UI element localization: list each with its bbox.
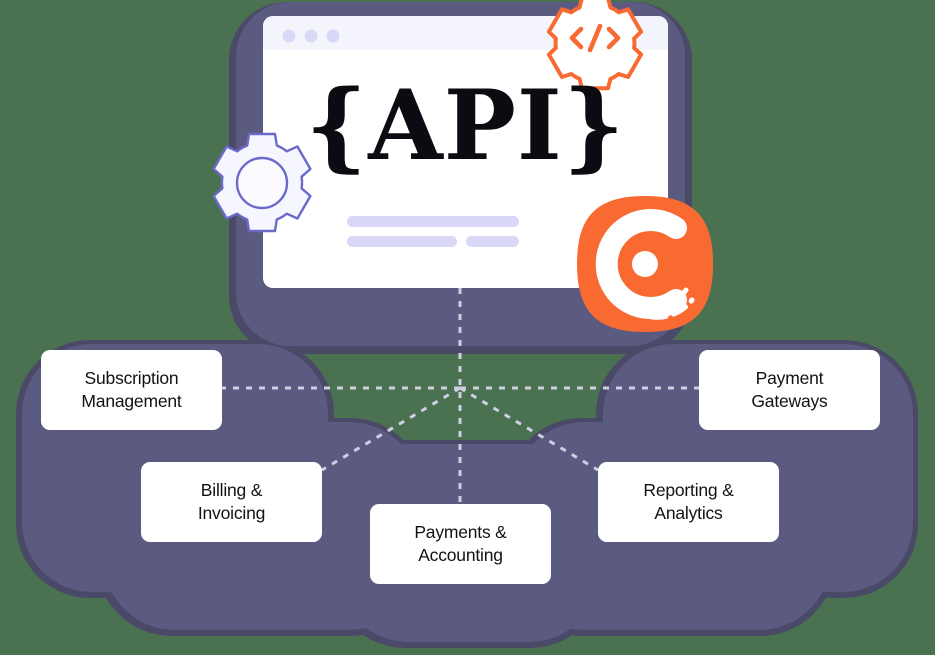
logo-center-dot [632,251,658,277]
node-reporting-analytics[interactable]: Reporting & Analytics [598,462,779,542]
window-dot-3[interactable] [326,29,340,43]
illustration-canvas: {API} Subscription Management Payment Ga… [0,0,935,655]
node-payments-accounting[interactable]: Payments & Accounting [370,504,551,584]
node-label-subscription-management: Subscription Management [81,368,182,411]
node-label-billing-invoicing: Billing & Invoicing [197,480,266,523]
node-subscription-management[interactable]: Subscription Management [41,350,222,430]
node-billing-invoicing[interactable]: Billing & Invoicing [141,462,322,542]
node-label-payment-gateways: Payment Gateways [751,368,828,411]
window-dot-2[interactable] [304,29,318,43]
content-line-medium [347,236,457,247]
node-label-payments-accounting: Payments & Accounting [414,522,507,565]
node-payment-gateways[interactable]: Payment Gateways [699,350,880,430]
content-line-long [347,216,519,227]
content-line-short [466,236,519,247]
browser-traffic-lights [282,29,340,43]
window-dot-1[interactable] [282,29,296,43]
node-label-reporting-analytics: Reporting & Analytics [643,480,734,523]
api-headline: {API} [305,69,626,182]
chargebee-c-logo-icon[interactable] [577,196,713,332]
